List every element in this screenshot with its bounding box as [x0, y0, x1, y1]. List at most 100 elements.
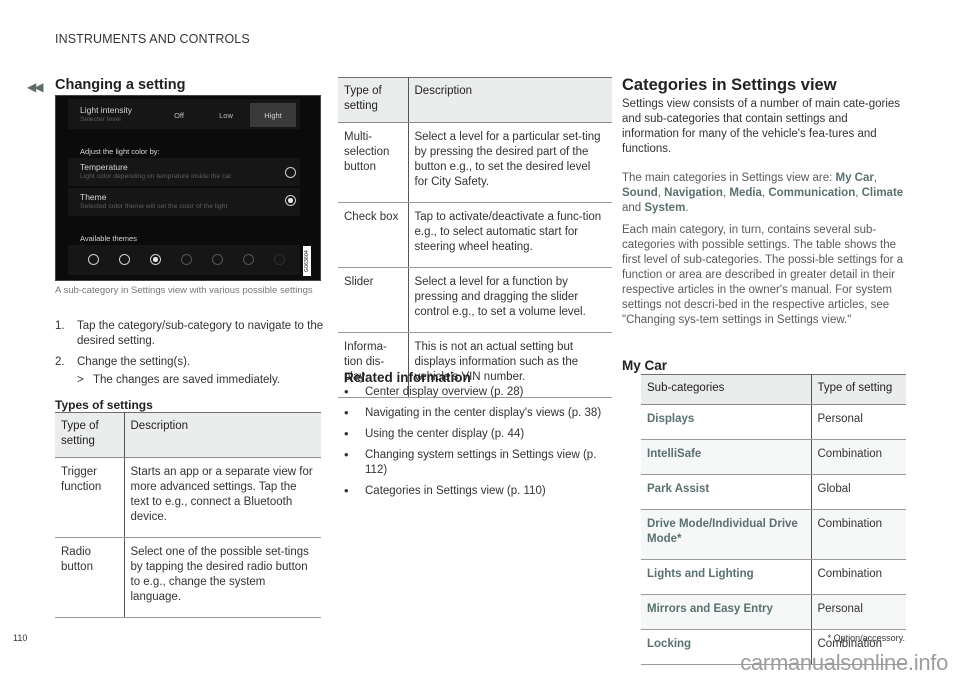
table-row: Multi-selection button Select a level fo…: [338, 122, 612, 203]
related-link[interactable]: Using the center display (p. 44): [344, 426, 614, 442]
step-item: 1. Tap the category/sub-category to navi…: [55, 319, 325, 349]
sub-category[interactable]: Park Assist: [641, 474, 812, 510]
step-item: 2. Change the setting(s). > The changes …: [55, 355, 325, 388]
column-header: Description: [408, 77, 612, 123]
step-number: 2.: [55, 356, 65, 368]
my-car-title: My Car: [622, 358, 668, 373]
theme-label: Theme: [80, 192, 107, 202]
category-sound: Sound: [622, 187, 658, 199]
temperature-label: Temperature: [80, 162, 128, 172]
adjust-light-label: Adjust the light color by:: [80, 147, 160, 156]
related-link[interactable]: Center display overview (p. 28): [344, 384, 614, 400]
segment-high[interactable]: Hight: [250, 103, 296, 127]
segment-low[interactable]: Low: [203, 103, 249, 127]
sub-category[interactable]: IntelliSafe: [641, 439, 812, 475]
category-my-car: My Car: [835, 172, 874, 184]
setting-description: Select a level for a function by pressin…: [408, 267, 612, 333]
step-result: > The changes are saved immediately.: [77, 373, 325, 388]
theme-sublabel: Selected color theme will set the color …: [80, 203, 228, 210]
theme-option-radio[interactable]: [212, 254, 223, 265]
result-text: The changes are saved immediately.: [93, 374, 281, 386]
sub-category[interactable]: Lights and Lighting: [641, 559, 812, 595]
setting-type: Radio button: [55, 537, 125, 618]
table-row: Drive Mode/Individual Drive Mode* Combin…: [641, 509, 906, 560]
segment-off[interactable]: Off: [156, 103, 202, 127]
my-car-table: Sub-categories Type of setting Displays …: [641, 374, 906, 665]
table-row: IntelliSafe Combination: [641, 439, 906, 475]
setting-type: Check box: [338, 202, 409, 268]
types-of-settings-title: Types of settings: [55, 398, 153, 412]
setting-type: Trigger function: [55, 457, 125, 538]
section-title: Changing a setting: [55, 77, 186, 93]
theme-option-radio[interactable]: [181, 254, 192, 265]
column-header: Type of setting: [811, 374, 906, 405]
setting-type: Combination: [811, 559, 906, 595]
and-word: and: [622, 202, 642, 214]
setting-type: Multi-selection button: [338, 122, 409, 203]
watermark: carmanualsonline.info: [740, 650, 948, 675]
category-climate: Climate: [861, 187, 904, 199]
steps-list: 1. Tap the category/sub-category to navi…: [55, 319, 325, 394]
figure-caption: A sub-category in Settings view with var…: [55, 285, 313, 296]
body-paragraph: Each main category, in turn, contains se…: [622, 224, 904, 326]
related-information-title: Related information: [344, 370, 471, 385]
table-header-row: Sub-categories Type of setting: [641, 374, 906, 405]
setting-type: Personal: [811, 404, 906, 440]
available-themes-label: Available themes: [80, 234, 137, 243]
category-navigation: Navigation: [664, 187, 723, 199]
column-header: Type of setting: [338, 77, 409, 123]
running-head: INSTRUMENTS AND CONTROLS: [55, 32, 250, 46]
setting-description: Starts an app or a separate view for mor…: [124, 457, 321, 538]
table-row: Lights and Lighting Combination: [641, 559, 906, 595]
sub-category[interactable]: Mirrors and Easy Entry: [641, 594, 812, 630]
table-header-row: Type of setting Description: [55, 412, 321, 458]
setting-type: Personal: [811, 594, 906, 630]
setting-type: Combination: [811, 439, 906, 475]
footnote: * Option/accessory.: [827, 633, 905, 643]
table-row: Slider Select a level for a function by …: [338, 267, 612, 333]
section-title: Categories in Settings view: [622, 76, 837, 94]
sub-category[interactable]: Drive Mode/Individual Drive Mode*: [641, 509, 812, 560]
temperature-sublabel: Light color depending on temprature insi…: [80, 173, 232, 180]
temperature-radio[interactable]: [285, 167, 296, 178]
category-communication: Communication: [768, 187, 856, 199]
setting-type: Global: [811, 474, 906, 510]
related-link[interactable]: Changing system settings in Settings vie…: [344, 447, 614, 478]
sub-category[interactable]: Displays: [641, 404, 812, 440]
table-row: Displays Personal: [641, 404, 906, 440]
setting-description: Tap to activate/deactivate a func-tion e…: [408, 202, 612, 268]
step-text: Change the setting(s).: [77, 356, 191, 368]
image-id: G063604: [303, 246, 311, 276]
theme-option-radio[interactable]: [150, 254, 161, 265]
category-system: System: [644, 202, 686, 214]
table-row: Mirrors and Easy Entry Personal: [641, 594, 906, 630]
step-number: 1.: [55, 320, 65, 332]
setting-type: Combination: [811, 509, 906, 560]
theme-option-radio[interactable]: [274, 254, 285, 265]
light-intensity-sublabel: Selecter level: [80, 116, 121, 123]
settings-screen-illustration: Light intensity Selecter level Off Low H…: [55, 95, 321, 281]
theme-option-radio[interactable]: [243, 254, 254, 265]
theme-radio[interactable]: [285, 195, 296, 206]
setting-description: Select one of the possible set-tings by …: [124, 537, 321, 618]
types-of-settings-table: Type of setting Description Trigger func…: [55, 412, 321, 618]
column-header: Type of setting: [55, 412, 125, 458]
double-chevron-left-icon[interactable]: ◀◀: [27, 80, 44, 94]
light-intensity-label: Light intensity: [80, 105, 132, 115]
category-media: Media: [729, 187, 762, 199]
main-categories-lead: The main categories in Settings view are…: [622, 172, 836, 184]
related-link[interactable]: Navigating in the center display's views…: [344, 405, 614, 421]
column-header: Description: [124, 412, 321, 458]
column-header: Sub-categories: [641, 374, 812, 405]
types-of-settings-table-continued: Type of setting Description Multi-select…: [338, 77, 612, 398]
page-number: 110: [13, 633, 28, 643]
setting-type: Slider: [338, 267, 409, 333]
table-header-row: Type of setting Description: [338, 77, 612, 123]
theme-option-radio[interactable]: [119, 254, 130, 265]
related-link[interactable]: Categories in Settings view (p. 110): [344, 483, 614, 499]
main-categories-paragraph: The main categories in Settings view are…: [622, 172, 904, 214]
step-text: Tap the category/sub-category to navigat…: [77, 320, 324, 347]
related-information-list: Center display overview (p. 28) Navigati…: [344, 384, 614, 505]
intro-paragraph: Settings view consists of a number of ma…: [622, 98, 901, 155]
theme-option-radio[interactable]: [88, 254, 99, 265]
